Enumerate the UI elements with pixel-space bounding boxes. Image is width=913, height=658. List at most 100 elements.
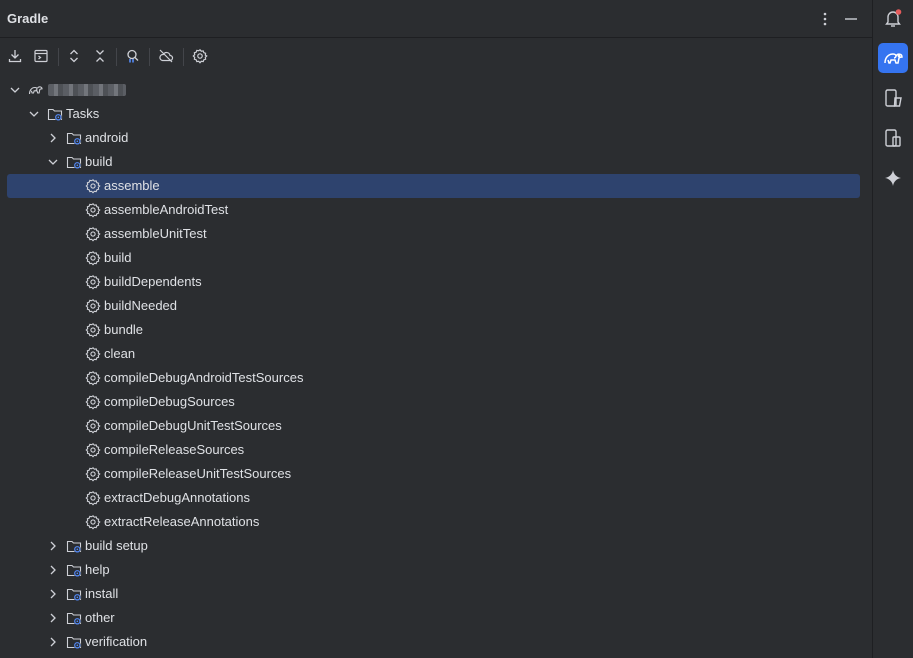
tree-item-task-build[interactable]: build — [0, 246, 872, 270]
expand-all-icon[interactable] — [62, 44, 86, 68]
download-sources-icon[interactable] — [3, 44, 27, 68]
gear-task-icon — [85, 418, 101, 434]
tree-item-label: build setup — [85, 538, 148, 553]
chevron-right-icon[interactable] — [46, 563, 60, 577]
gear-task-icon — [85, 298, 101, 314]
tree-item-label: build — [85, 154, 113, 169]
tree-item-task-extract-release-annotations[interactable]: extractReleaseAnnotations — [0, 510, 872, 534]
task-folder-icon — [66, 586, 82, 602]
gear-task-icon — [85, 466, 101, 482]
task-folder-icon — [66, 610, 82, 626]
analyze-dependencies-icon[interactable] — [121, 44, 145, 68]
toolbar-separator — [149, 48, 150, 66]
tree-item-task-assemble[interactable]: assemble — [0, 174, 872, 198]
tree-item-install[interactable]: install — [0, 582, 872, 606]
tree-item-task-clean[interactable]: clean — [0, 342, 872, 366]
tree-item-task-assemble-unit-test[interactable]: assembleUnitTest — [0, 222, 872, 246]
task-folder-icon — [66, 538, 82, 554]
gear-task-icon — [85, 394, 101, 410]
tree-item-task-compile-release-unit-test-sources[interactable]: compileReleaseUnitTestSources — [0, 462, 872, 486]
minimize-icon[interactable] — [841, 9, 861, 29]
tree-item-other[interactable]: other — [0, 606, 872, 630]
chevron-down-icon[interactable] — [27, 107, 41, 121]
chevron-right-icon[interactable] — [46, 539, 60, 553]
task-folder-icon — [66, 130, 82, 146]
notifications-icon[interactable] — [878, 3, 908, 33]
task-label: assemble — [104, 178, 160, 193]
tree-item-task-compile-debug-android-test-sources[interactable]: compileDebugAndroidTestSources — [0, 366, 872, 390]
collapse-all-icon[interactable] — [88, 44, 112, 68]
ai-assistant-icon[interactable] — [878, 163, 908, 193]
tree-item-task-compile-release-sources[interactable]: compileReleaseSources — [0, 438, 872, 462]
tree-item-build[interactable]: build — [0, 150, 872, 174]
task-label: bundle — [104, 322, 144, 337]
task-folder-icon — [66, 154, 82, 170]
task-folder-icon — [66, 634, 82, 650]
tree-item-tasks[interactable]: Tasks — [0, 102, 872, 126]
gear-task-icon — [85, 226, 101, 242]
toolbar-separator — [183, 48, 184, 66]
tree-item-label: Tasks — [66, 106, 100, 121]
tree-item-task-extract-debug-annotations[interactable]: extractDebugAnnotations — [0, 486, 872, 510]
more-options-icon[interactable] — [815, 9, 835, 29]
gear-task-icon — [85, 250, 101, 266]
task-label: compileDebugUnitTestSources — [104, 418, 282, 433]
task-label: clean — [104, 346, 136, 361]
tree-item-label: help — [85, 562, 110, 577]
tree-item-task-build-needed[interactable]: buildNeeded — [0, 294, 872, 318]
tool-window-header: Gradle — [0, 0, 872, 38]
tree-item-label: other — [85, 610, 115, 625]
task-label: compileDebugSources — [104, 394, 235, 409]
gear-task-icon — [85, 370, 101, 386]
gear-task-icon — [85, 202, 101, 218]
tree-item-task-build-dependents[interactable]: buildDependents — [0, 270, 872, 294]
tree-item-task-bundle[interactable]: bundle — [0, 318, 872, 342]
device-explorer-icon[interactable] — [878, 83, 908, 113]
tree-item-help[interactable]: help — [0, 558, 872, 582]
tree-item-project[interactable] — [0, 78, 872, 102]
task-label: compileReleaseSources — [104, 442, 245, 457]
gradle-project-icon — [28, 82, 44, 98]
task-label: compileDebugAndroidTestSources — [104, 370, 304, 385]
tree-item-task-compile-debug-sources[interactable]: compileDebugSources — [0, 390, 872, 414]
chevron-right-icon[interactable] — [46, 587, 60, 601]
task-label: assembleUnitTest — [104, 226, 207, 241]
execute-task-icon[interactable] — [29, 44, 53, 68]
gear-task-icon — [85, 514, 101, 530]
toolbar-separator — [58, 48, 59, 66]
right-tool-window-bar — [872, 0, 913, 658]
task-folder-icon — [66, 562, 82, 578]
offline-mode-icon[interactable] — [154, 44, 178, 68]
task-label: buildNeeded — [104, 298, 178, 313]
task-label: compileReleaseUnitTestSources — [104, 466, 292, 481]
gear-task-icon — [85, 490, 101, 506]
gear-task-icon — [85, 442, 101, 458]
tree-item-task-compile-debug-unit-test-sources[interactable]: compileDebugUnitTestSources — [0, 414, 872, 438]
device-manager-icon[interactable] — [878, 123, 908, 153]
chevron-right-icon[interactable] — [46, 635, 60, 649]
task-label: build — [104, 250, 132, 265]
gear-task-icon — [85, 322, 101, 338]
chevron-right-icon[interactable] — [46, 131, 60, 145]
gradle-elephant-icon[interactable] — [878, 43, 908, 73]
task-label: buildDependents — [104, 274, 202, 289]
gradle-toolbar — [0, 44, 872, 70]
task-label: assembleAndroidTest — [104, 202, 229, 217]
gear-task-icon — [85, 178, 101, 194]
tree-item-task-assemble-android-test[interactable]: assembleAndroidTest — [0, 198, 872, 222]
gradle-settings-icon[interactable] — [188, 44, 212, 68]
chevron-right-icon[interactable] — [46, 611, 60, 625]
gear-task-icon — [85, 346, 101, 362]
gradle-tool-window: Gradle Tasks android build assemble asse… — [0, 0, 872, 658]
chevron-down-icon[interactable] — [46, 155, 60, 169]
tree-item-label: verification — [85, 634, 148, 649]
tree-item-label: install — [85, 586, 119, 601]
task-label: extractDebugAnnotations — [104, 490, 250, 505]
tool-window-title: Gradle — [7, 11, 49, 26]
task-folder-icon — [47, 106, 63, 122]
chevron-down-icon[interactable] — [8, 83, 22, 97]
tree-item-build-setup[interactable]: build setup — [0, 534, 872, 558]
tree-item-verification[interactable]: verification — [0, 630, 872, 654]
tree-item-android[interactable]: android — [0, 126, 872, 150]
gear-task-icon — [85, 274, 101, 290]
